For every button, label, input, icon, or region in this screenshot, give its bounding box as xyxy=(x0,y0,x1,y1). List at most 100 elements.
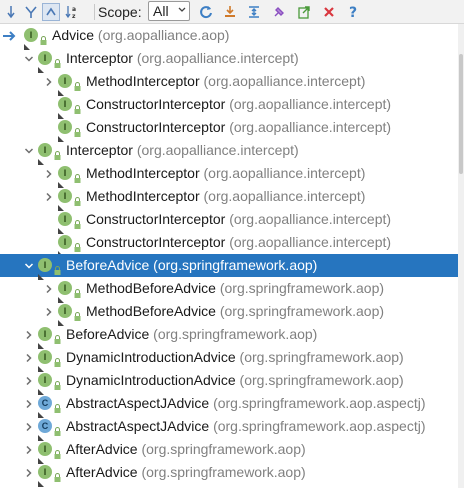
lock-icon xyxy=(74,124,81,137)
export-icon[interactable] xyxy=(221,3,239,21)
lock-icon xyxy=(74,308,81,321)
vertical-scrollbar[interactable] xyxy=(458,24,464,488)
chevron-right-icon[interactable] xyxy=(42,162,56,185)
tree-row[interactable]: I MethodInterceptor (org.aopalliance.inte… xyxy=(0,70,458,96)
tree-row[interactable]: I AfterAdvice (org.springframework.aop) xyxy=(0,438,458,464)
chevron-right-icon[interactable] xyxy=(22,415,36,438)
tree-node-label: BeforeAdvice (org.springframework.aop) xyxy=(66,326,317,342)
lock-icon xyxy=(40,32,47,45)
tree-row[interactable]: I Interceptor (org.aopalliance.intercept) xyxy=(0,47,458,73)
tree-row[interactable]: I Advice (org.aopalliance.aop) xyxy=(0,24,458,50)
package-name: (org.aopalliance.intercept) xyxy=(229,211,392,227)
tree-row[interactable]: I MethodInterceptor (org.aopalliance.inte… xyxy=(0,185,458,211)
package-name: (org.aopalliance.intercept) xyxy=(136,50,299,66)
help-icon[interactable]: ? xyxy=(345,3,363,21)
expand-all-icon[interactable] xyxy=(245,3,263,21)
pin-icon xyxy=(58,244,65,257)
package-name: (org.aopalliance.intercept) xyxy=(229,96,392,112)
tree-row[interactable]: I ConstructorInterceptor (org.aopalliance… xyxy=(0,93,458,119)
tree-node-label: Interceptor (org.aopalliance.intercept) xyxy=(66,50,299,66)
type-name: MethodInterceptor xyxy=(86,73,200,89)
tree-row[interactable]: I AfterAdvice (org.springframework.aop) xyxy=(0,461,458,487)
tree-row[interactable]: I MethodBeforeAdvice (org.springframework… xyxy=(0,277,458,303)
chevron-down-icon[interactable] xyxy=(22,254,36,277)
alphabetical-sort-icon[interactable]: az xyxy=(64,3,82,21)
type-name: ConstructorInterceptor xyxy=(86,234,226,250)
pin-icon xyxy=(38,152,45,165)
pin-icon xyxy=(38,474,45,487)
chevron-down-icon[interactable] xyxy=(22,139,36,162)
type-name: DynamicIntroductionAdvice xyxy=(66,372,236,388)
package-name: (org.springframework.aop) xyxy=(239,349,404,365)
tree-row[interactable]: I BeforeAdvice (org.springframework.aop) xyxy=(0,254,458,280)
svg-text:a: a xyxy=(72,6,76,13)
lock-icon xyxy=(74,170,81,183)
autoscroll-icon[interactable] xyxy=(42,3,60,21)
lock-icon xyxy=(54,55,61,68)
interface-icon: I xyxy=(24,28,54,50)
tree-row[interactable]: I Interceptor (org.aopalliance.intercept) xyxy=(0,139,458,165)
chevron-right-icon[interactable] xyxy=(22,461,36,484)
interface-icon: I xyxy=(58,235,88,257)
interface-icon: I xyxy=(58,166,88,188)
type-name: Interceptor xyxy=(66,50,133,66)
interface-icon: I xyxy=(38,373,68,395)
chevron-right-icon[interactable] xyxy=(22,392,36,415)
scope-select[interactable]: All xyxy=(148,1,190,21)
navigate-icon[interactable] xyxy=(295,3,313,21)
chevron-down-icon[interactable] xyxy=(22,47,36,70)
tree-row[interactable]: I MethodBeforeAdvice (org.springframework… xyxy=(0,300,458,326)
pin-icon xyxy=(38,267,45,280)
interface-icon: I xyxy=(38,327,68,349)
sort-icon[interactable] xyxy=(2,3,20,21)
tree-row[interactable]: I ConstructorInterceptor (org.aopalliance… xyxy=(0,231,458,257)
type-name: MethodInterceptor xyxy=(86,188,200,204)
pin-icon xyxy=(38,60,45,73)
interface-icon: I xyxy=(58,120,88,142)
tree-row[interactable]: I DynamicIntroductionAdvice (org.springfr… xyxy=(0,369,458,395)
lock-icon xyxy=(74,216,81,229)
chevron-right-icon[interactable] xyxy=(22,323,36,346)
tree-row[interactable]: I BeforeAdvice (org.springframework.aop) xyxy=(0,323,458,349)
chevron-right-icon[interactable] xyxy=(22,346,36,369)
package-name: (org.aopalliance.aop) xyxy=(97,27,230,43)
pin-icon xyxy=(58,129,65,142)
lock-icon xyxy=(54,446,61,459)
tree-row[interactable]: C AbstractAspectJAdvice (org.springframew… xyxy=(0,415,458,441)
tree-row[interactable]: C AbstractAspectJAdvice (org.springframew… xyxy=(0,392,458,418)
pin-icon xyxy=(38,336,45,349)
chevron-right-icon[interactable] xyxy=(42,277,56,300)
tree-node-label: MethodInterceptor (org.aopalliance.inter… xyxy=(86,188,365,204)
tree-row[interactable]: I MethodInterceptor (org.aopalliance.inte… xyxy=(0,162,458,188)
tree-row[interactable]: I DynamicIntroductionAdvice (org.springfr… xyxy=(0,346,458,372)
package-name: (org.springframework.aop) xyxy=(239,372,404,388)
hierarchy-toolbar: az Scope: All ? xyxy=(0,0,464,24)
pin-icon xyxy=(38,405,45,418)
interface-icon: I xyxy=(38,465,68,487)
tree-node-label: AfterAdvice (org.springframework.aop) xyxy=(66,441,306,457)
tree-row[interactable]: I ConstructorInterceptor (org.aopalliance… xyxy=(0,208,458,234)
type-name: MethodBeforeAdvice xyxy=(86,303,216,319)
package-name: (org.aopalliance.intercept) xyxy=(136,142,299,158)
chevron-right-icon[interactable] xyxy=(42,70,56,93)
svg-text:z: z xyxy=(72,13,76,20)
package-name: (org.springframework.aop.aspectj) xyxy=(213,418,426,434)
chevron-right-icon[interactable] xyxy=(22,438,36,461)
lock-icon xyxy=(74,285,81,298)
chevron-right-icon[interactable] xyxy=(42,185,56,208)
lock-icon xyxy=(54,262,61,275)
root-arrow-icon[interactable] xyxy=(0,24,22,47)
tree-row[interactable]: I ConstructorInterceptor (org.aopalliance… xyxy=(0,116,458,142)
group-icon[interactable] xyxy=(22,3,40,21)
chevron-right-icon[interactable] xyxy=(22,369,36,392)
tree-node-label: MethodInterceptor (org.aopalliance.inter… xyxy=(86,165,365,181)
tree-node-label: ConstructorInterceptor (org.aopalliance.… xyxy=(86,234,391,250)
scrollbar-thumb[interactable] xyxy=(459,54,463,174)
chevron-right-icon[interactable] xyxy=(42,300,56,323)
type-name: BeforeAdvice xyxy=(66,257,150,273)
refresh-icon[interactable] xyxy=(197,3,215,21)
tree-node-label: AfterAdvice (org.springframework.aop) xyxy=(66,464,306,480)
pin-icon[interactable] xyxy=(270,3,288,21)
type-name: AbstractAspectJAdvice xyxy=(66,418,210,434)
close-icon[interactable] xyxy=(320,3,338,21)
